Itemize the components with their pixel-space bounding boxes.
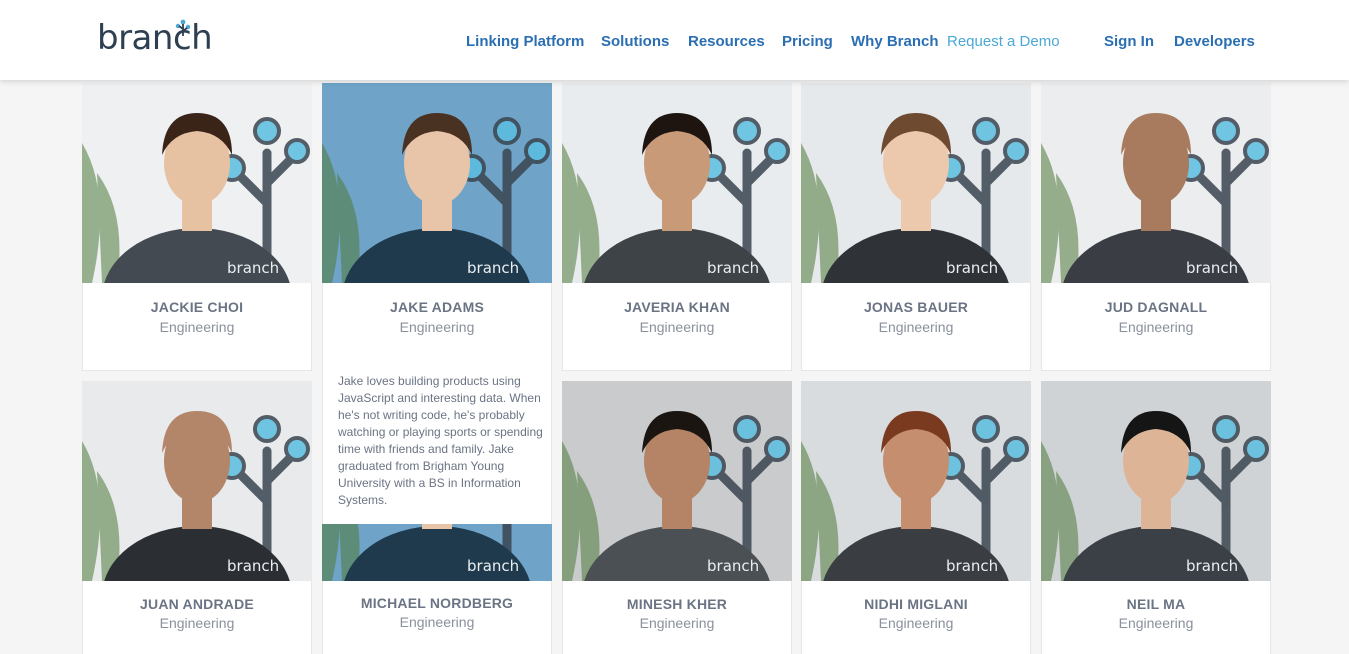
team-member-photo: branch — [562, 381, 792, 581]
svg-text:branch: branch — [227, 557, 279, 575]
photo-strip: branch — [322, 524, 552, 581]
svg-text:branch: branch — [467, 259, 519, 277]
nav-pricing[interactable]: Pricing — [782, 33, 833, 51]
team-member-photo: branch — [801, 381, 1031, 581]
team-member-photo: branch — [1041, 381, 1271, 581]
team-member-name: NIDHI MIGLANI — [864, 596, 968, 612]
svg-text:branch: branch — [707, 557, 759, 575]
team-card[interactable]: branch JONAS BAUER Engineering — [801, 83, 1031, 371]
team-card-lower[interactable]: MICHAEL NORDBERG Engineering — [322, 581, 552, 654]
team-member-name: JAVERIA KHAN — [624, 299, 730, 315]
nav-request-demo[interactable]: Request a Demo — [947, 33, 1060, 51]
svg-text:branch: branch — [1186, 259, 1238, 277]
nav-linking-platform[interactable]: Linking Platform — [466, 33, 584, 51]
team-member-name: JONAS BAUER — [863, 299, 969, 315]
team-card[interactable]: branch JACKIE CHOI Engineering — [82, 83, 312, 371]
team-member-role: Engineering — [399, 614, 475, 630]
team-member-role: Engineering — [1118, 319, 1194, 335]
team-card[interactable]: branch MINESH KHER Engineering — [562, 381, 792, 654]
team-card[interactable]: branch NEIL MA Engineering — [1041, 381, 1271, 654]
team-member-name: JUD DAGNALL — [1104, 299, 1208, 315]
team-member-photo: branch — [82, 381, 312, 581]
team-member-photo: branch — [801, 83, 1031, 283]
nav-sign-in[interactable]: Sign In — [1104, 33, 1154, 51]
team-member-role: Engineering — [878, 615, 954, 631]
team-grid: branch JACKIE CHOI Engineering branch JA… — [0, 0, 1349, 654]
team-member-photo: branch — [322, 83, 552, 283]
team-card[interactable]: branch NIDHI MIGLANI Engineering — [801, 381, 1031, 654]
svg-text:branch: branch — [707, 259, 759, 277]
svg-text:branch: branch — [467, 557, 519, 575]
team-member-role: Engineering — [878, 319, 954, 335]
team-member-photo: branch — [1041, 83, 1271, 283]
svg-text:branch: branch — [946, 259, 998, 277]
team-member-role: Engineering — [639, 319, 715, 335]
team-card[interactable]: branch JUD DAGNALL Engineering — [1041, 83, 1271, 371]
team-member-name: JACKIE CHOI — [150, 299, 244, 315]
site-header: branch Linking Platform Solutions Resour… — [0, 0, 1349, 80]
team-member-name: MINESH KHER — [626, 596, 728, 612]
team-member-role: Engineering — [159, 319, 235, 335]
team-card[interactable]: branch JAVERIA KHAN Engineering — [562, 83, 792, 371]
main-nav: Linking Platform Solutions Resources Pri… — [0, 0, 1349, 80]
team-member-role: Engineering — [639, 615, 715, 631]
team-member-role: Engineering — [399, 319, 475, 335]
team-member-role: Engineering — [159, 615, 235, 631]
team-member-role: Engineering — [1118, 615, 1194, 631]
team-member-name: NEIL MA — [1126, 596, 1186, 612]
team-member-name: JAKE ADAMS — [389, 299, 485, 315]
svg-text:branch: branch — [1186, 557, 1238, 575]
team-member-photo: branch — [82, 83, 312, 283]
team-member-photo: branch — [562, 83, 792, 283]
nav-solutions[interactable]: Solutions — [601, 33, 669, 51]
svg-text:branch: branch — [227, 259, 279, 277]
nav-why-branch[interactable]: Why Branch — [851, 33, 939, 51]
team-member-name: JUAN ANDRADE — [140, 596, 254, 612]
svg-text:branch: branch — [946, 557, 998, 575]
nav-resources[interactable]: Resources — [688, 33, 765, 51]
nav-developers[interactable]: Developers — [1174, 33, 1255, 51]
team-card-expanded[interactable]: branch JAKE ADAMS Engineering Jake loves… — [322, 83, 552, 581]
team-member-name: MICHAEL NORDBERG — [360, 595, 514, 611]
team-card[interactable]: branch JUAN ANDRADE Engineering — [82, 381, 312, 654]
team-member-bio: Jake loves building products using JavaS… — [338, 374, 543, 507]
